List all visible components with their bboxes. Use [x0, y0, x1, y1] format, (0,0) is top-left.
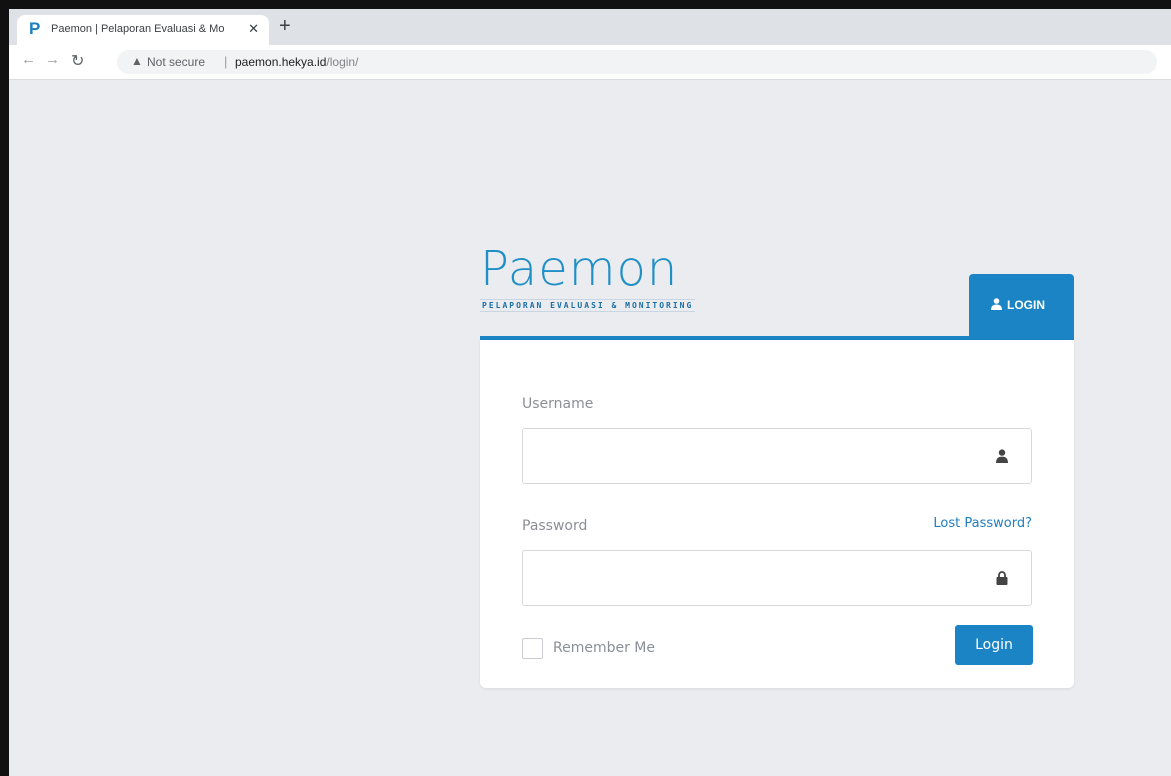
favicon-icon: P [29, 19, 41, 38]
password-input[interactable] [522, 550, 1032, 606]
reload-icon[interactable]: ↻ [71, 51, 84, 71]
security-status[interactable]: Not secure [147, 55, 205, 69]
login-button[interactable]: Login [955, 625, 1033, 665]
lock-icon [996, 571, 1008, 590]
logo-name: Paemon [480, 241, 679, 297]
lost-password-link[interactable]: Lost Password? [933, 516, 1032, 531]
address-bar[interactable]: ▲ Not secure | paemon.hekya.id/login/ [117, 50, 1157, 74]
url-text[interactable]: paemon.hekya.id/login/ [235, 55, 358, 69]
username-input[interactable] [522, 428, 1032, 484]
login-tab-label: LOGIN [1007, 298, 1045, 312]
page-content: Paemon PELAPORAN EVALUASI & MONITORING L… [9, 80, 1171, 776]
remember-me-checkbox[interactable] [522, 638, 543, 659]
logo-tagline: PELAPORAN EVALUASI & MONITORING [480, 299, 696, 312]
browser-window: P Paemon | Pelaporan Evaluasi & Mo ✕ + ←… [9, 9, 1171, 776]
new-tab-button[interactable]: + [279, 15, 291, 37]
tab-title: Paemon | Pelaporan Evaluasi & Mo [51, 23, 225, 35]
remember-me-label[interactable]: Remember Me [553, 640, 655, 656]
paemon-logo: Paemon PELAPORAN EVALUASI & MONITORING [480, 241, 696, 313]
password-label: Password [522, 518, 588, 534]
warning-icon[interactable]: ▲ [131, 54, 143, 68]
address-separator: | [224, 54, 228, 69]
browser-tab[interactable]: P Paemon | Pelaporan Evaluasi & Mo ✕ [17, 15, 269, 45]
forward-arrow-icon[interactable]: → [45, 51, 60, 68]
url-host: paemon.hekya.id [235, 55, 327, 69]
tab-strip: P Paemon | Pelaporan Evaluasi & Mo ✕ + [9, 9, 1171, 45]
url-path: /login/ [326, 55, 359, 69]
login-card: Username Password Lost Password? Remembe… [480, 340, 1074, 688]
user-icon [996, 449, 1008, 468]
close-tab-icon[interactable]: ✕ [248, 21, 259, 37]
login-tab[interactable]: LOGIN [969, 274, 1074, 336]
user-icon [991, 298, 1002, 313]
browser-toolbar: ← → ↻ ▲ Not secure | paemon.hekya.id/log… [9, 45, 1171, 80]
back-arrow-icon[interactable]: ← [21, 51, 36, 68]
username-label: Username [522, 396, 594, 412]
